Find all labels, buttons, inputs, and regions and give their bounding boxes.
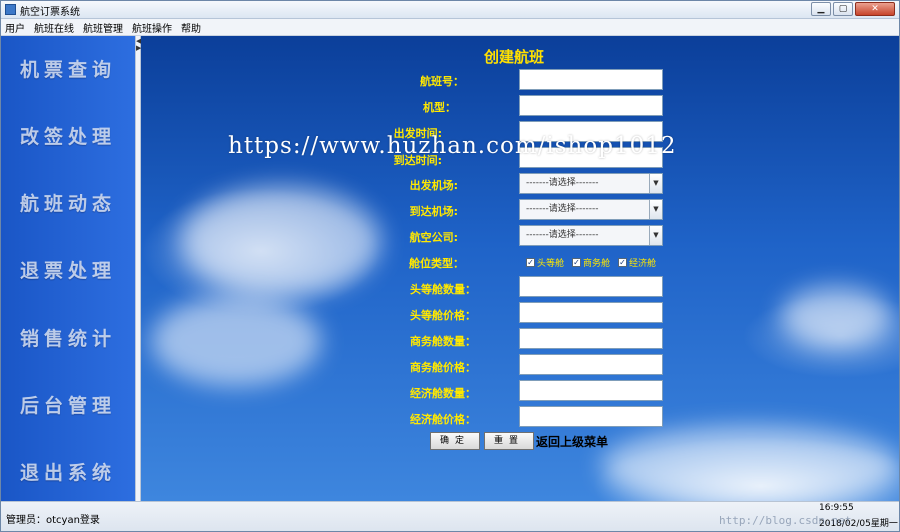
chevron-down-icon[interactable]: ▼	[649, 174, 662, 193]
depart-airport-label: 出发机场:	[409, 179, 458, 192]
arrive-airport-label: 到达机场:	[409, 205, 458, 218]
depart-airport-value: -------请选择-------	[526, 178, 599, 188]
cloud-decoration	[601, 426, 899, 501]
cabin-business-label: 商务舱	[583, 259, 611, 269]
nav-sales-stats[interactable]: 销售统计	[1, 319, 135, 359]
status-user: 管理员：otcyan登录	[6, 515, 100, 526]
cloud-decoration	[151, 296, 321, 386]
cloud-decoration	[781, 286, 891, 346]
content-panel: 创建航班 航班号： 机型： 出发时间: 到达时间: 出发机场: -------请…	[141, 36, 899, 501]
close-button[interactable]: ✕	[855, 2, 895, 16]
first-price-label: 头等舱价格：	[410, 309, 476, 322]
form-title: 创建航班	[484, 48, 545, 66]
menu-flight-manage[interactable]: 航班管理	[83, 20, 123, 35]
airline-value: -------请选择-------	[526, 230, 599, 240]
model-label: 机型：	[423, 101, 456, 114]
nav-admin[interactable]: 后台管理	[1, 386, 135, 426]
business-count-input[interactable]	[519, 328, 663, 349]
cabin-economy-label: 经济舱	[629, 259, 657, 269]
nav-refund[interactable]: 退票处理	[1, 251, 135, 291]
arrive-airport-value: -------请选择-------	[526, 204, 599, 214]
checkmark-icon[interactable]: ✓	[572, 258, 582, 267]
economy-price-input[interactable]	[519, 406, 663, 427]
checkmark-icon[interactable]: ✓	[526, 258, 535, 267]
model-input[interactable]	[519, 95, 663, 116]
cabin-first-checkbox[interactable]: ✓ 头等舱	[526, 256, 564, 269]
business-count-label: 商务舱数量：	[410, 335, 476, 348]
first-price-input[interactable]	[519, 302, 663, 323]
first-count-label: 头等舱数量：	[410, 283, 476, 296]
business-price-input[interactable]	[519, 354, 663, 375]
business-price-label: 商务舱价格：	[410, 361, 476, 374]
cabin-type-checks: ✓ 头等舱 ✓ 商务舱 ✓ 经济舱	[526, 256, 656, 269]
economy-price-label: 经济舱价格：	[410, 413, 476, 426]
window-controls: ▁ ▢ ✕	[811, 2, 895, 16]
minimize-button[interactable]: ▁	[811, 2, 831, 16]
reset-button[interactable]: 重置	[484, 432, 534, 450]
menu-help[interactable]: 帮助	[181, 20, 201, 35]
checkmark-icon[interactable]: ✓	[618, 258, 628, 267]
flight-no-label: 航班号：	[420, 75, 464, 88]
nav-change-ticket[interactable]: 改签处理	[1, 117, 135, 157]
client-area: 机票查询 改签处理 航班动态 退票处理 销售统计 后台管理 退出系统 ◀ ▶ 创…	[1, 36, 899, 501]
window-title: 航空订票系统	[20, 7, 80, 18]
title-bar[interactable]: 航空订票系统 ▁ ▢ ✕	[1, 1, 899, 19]
airline-select[interactable]: -------请选择------- ▼	[519, 225, 663, 246]
airline-label: 航空公司:	[409, 231, 458, 244]
cabin-first-label: 头等舱	[537, 259, 565, 269]
economy-count-label: 经济舱数量：	[410, 387, 476, 400]
cabin-economy-checkbox[interactable]: ✓ 经济舱	[618, 256, 656, 269]
confirm-button[interactable]: 确定	[430, 432, 480, 450]
chevron-down-icon[interactable]: ▼	[649, 200, 662, 219]
footer-watermark: http://blog.csdn.net	[719, 514, 852, 527]
nav-ticket-query[interactable]: 机票查询	[1, 50, 135, 90]
cabin-business-checkbox[interactable]: ✓ 商务舱	[572, 256, 610, 269]
back-to-menu-link[interactable]: 返回上级菜单	[536, 433, 608, 450]
chevron-down-icon[interactable]: ▼	[649, 226, 662, 245]
app-icon	[5, 4, 16, 15]
flight-no-input[interactable]	[519, 69, 663, 90]
cabin-type-label: 舱位类型：	[409, 257, 464, 270]
sidebar: 机票查询 改签处理 航班动态 退票处理 销售统计 后台管理 退出系统	[1, 36, 135, 501]
menu-bar: 用户 航班在线 航班管理 航班操作 帮助	[1, 19, 899, 36]
menu-flight-ops[interactable]: 航班操作	[132, 20, 172, 35]
maximize-button[interactable]: ▢	[833, 2, 853, 16]
app-window: 航空订票系统 ▁ ▢ ✕ 用户 航班在线 航班管理 航班操作 帮助 机票查询 改…	[0, 0, 900, 532]
menu-flight-online[interactable]: 航班在线	[34, 20, 74, 35]
arrive-airport-select[interactable]: -------请选择------- ▼	[519, 199, 663, 220]
nav-exit[interactable]: 退出系统	[1, 453, 135, 493]
status-time: 16:9:55	[819, 503, 854, 513]
nav-flight-status[interactable]: 航班动态	[1, 184, 135, 224]
economy-count-input[interactable]	[519, 380, 663, 401]
first-count-input[interactable]	[519, 276, 663, 297]
menu-user[interactable]: 用户	[5, 20, 25, 35]
depart-airport-select[interactable]: -------请选择------- ▼	[519, 173, 663, 194]
watermark-text: https://www.huzhan.com/ishop1012	[228, 133, 677, 159]
